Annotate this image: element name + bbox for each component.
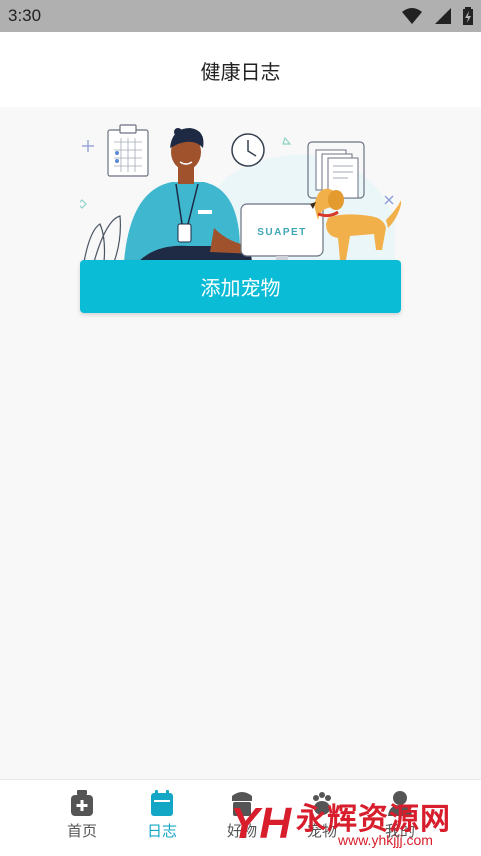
status-time: 3:30 <box>8 6 42 25</box>
tab-log[interactable]: 日志 <box>122 780 202 856</box>
signal-icon <box>434 8 451 24</box>
header: 健康日志 <box>0 32 481 107</box>
watermark-url: www.yhkjjj.com <box>338 832 433 848</box>
tab-home[interactable]: 首页 <box>42 780 122 856</box>
watermark-logo: YH <box>230 799 292 848</box>
battery-charging-icon <box>463 7 473 25</box>
vet-with-dog-illustration: SUAPET <box>77 124 402 263</box>
add-pet-button[interactable]: 添加宠物 <box>80 260 401 313</box>
monitor-brand-text: SUAPET <box>257 227 307 238</box>
status-bar: 3:30 <box>0 0 481 32</box>
status-icons <box>395 7 473 25</box>
empty-state-illustration: SUAPET <box>77 120 402 263</box>
calendar-icon <box>151 790 173 816</box>
tab-log-label: 日志 <box>146 822 177 840</box>
medical-kit-icon <box>71 790 93 816</box>
svg-text:YH: YH <box>230 799 292 848</box>
watermark: YH 永辉资源网 www.yhkjjj.com <box>228 792 478 852</box>
page-title: 健康日志 <box>200 60 281 84</box>
tab-home-label: 首页 <box>66 822 97 840</box>
wifi-icon <box>401 8 422 24</box>
